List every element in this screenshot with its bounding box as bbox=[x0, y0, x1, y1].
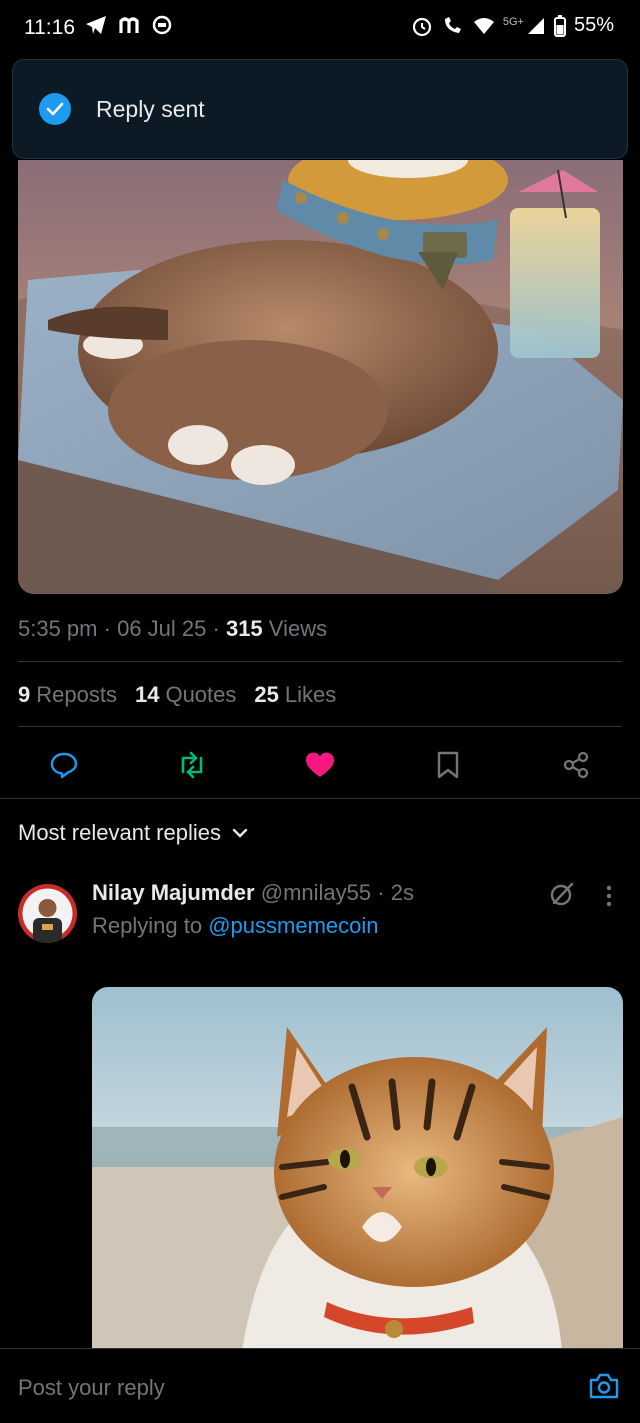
divider bbox=[0, 798, 640, 799]
grok-button[interactable] bbox=[548, 880, 576, 913]
grok-icon bbox=[550, 882, 574, 906]
user-avatar-image bbox=[18, 884, 77, 943]
alarm-icon bbox=[412, 17, 431, 36]
status-bar: 11:16 5G+ 55% bbox=[0, 0, 640, 56]
replying-to: Replying to @pussmemecoin bbox=[92, 913, 379, 938]
battery-icon bbox=[553, 14, 566, 37]
share-icon bbox=[563, 751, 589, 779]
heart-filled-icon bbox=[306, 752, 334, 777]
chevron-down-icon bbox=[232, 828, 248, 838]
views-count: 315 bbox=[225, 616, 263, 641]
reply-image[interactable] bbox=[92, 987, 623, 1351]
more-options-button[interactable] bbox=[602, 884, 616, 913]
messenger-icon bbox=[152, 15, 172, 35]
wifi-call-icon bbox=[444, 16, 461, 33]
reply-button[interactable] bbox=[47, 748, 81, 782]
signal-icon bbox=[527, 17, 544, 34]
post-action-bar bbox=[0, 740, 640, 788]
bookmark-button[interactable] bbox=[431, 748, 465, 782]
post-date: 06 Jul 25 bbox=[117, 616, 207, 641]
telegram-icon bbox=[86, 16, 106, 34]
avatar[interactable] bbox=[18, 884, 77, 943]
post-meta: 5:35 pm · 06 Jul 25 · 315 Views bbox=[18, 616, 328, 641]
repost-icon bbox=[181, 751, 203, 779]
post-time: 5:35 pm bbox=[18, 616, 98, 641]
reply-time: 2s bbox=[390, 880, 414, 905]
reposts-stat[interactable]: 9 Reposts bbox=[18, 682, 117, 708]
check-circle-icon bbox=[39, 93, 71, 125]
share-button[interactable] bbox=[559, 748, 593, 782]
status-time: 11:16 bbox=[24, 16, 75, 39]
post-image[interactable] bbox=[18, 160, 623, 594]
divider bbox=[18, 661, 622, 662]
tabby-cat-image bbox=[92, 987, 623, 1351]
network-type: 5G+ bbox=[502, 15, 524, 28]
reply-composer: Post your reply bbox=[0, 1348, 640, 1423]
toast-message: Reply sent bbox=[96, 96, 205, 122]
m-app-icon bbox=[119, 17, 139, 33]
reply-icon bbox=[50, 752, 78, 779]
sort-label: Most relevant replies bbox=[18, 820, 221, 845]
camera-icon bbox=[589, 1373, 619, 1399]
reply-author-name[interactable]: Nilay Majumder bbox=[92, 880, 255, 905]
replying-to-link[interactable]: @pussmemecoin bbox=[208, 913, 378, 938]
reply-header: Nilay Majumder @mnilay55 · 2s bbox=[92, 880, 414, 905]
like-button[interactable] bbox=[303, 748, 337, 782]
views-label[interactable]: Views bbox=[269, 616, 327, 641]
repost-button[interactable] bbox=[175, 748, 209, 782]
battery-percent: 55% bbox=[573, 14, 614, 36]
divider bbox=[18, 726, 622, 727]
likes-stat[interactable]: 25 Likes bbox=[254, 682, 336, 708]
post-stats: 9 Reposts 14 Quotes 25 Likes bbox=[18, 682, 336, 708]
bookmark-icon bbox=[437, 751, 459, 779]
cat-on-beach-image bbox=[18, 160, 623, 594]
camera-button[interactable] bbox=[588, 1371, 620, 1406]
reply-author-handle[interactable]: @mnilay55 bbox=[261, 880, 371, 905]
replies-sort-dropdown[interactable]: Most relevant replies bbox=[18, 820, 249, 846]
wifi-icon bbox=[473, 17, 494, 34]
quotes-stat[interactable]: 14 Quotes bbox=[135, 682, 236, 708]
more-vertical-icon bbox=[606, 885, 612, 907]
reply-input[interactable]: Post your reply bbox=[18, 1375, 165, 1401]
reply-sent-toast: Reply sent bbox=[12, 59, 628, 159]
